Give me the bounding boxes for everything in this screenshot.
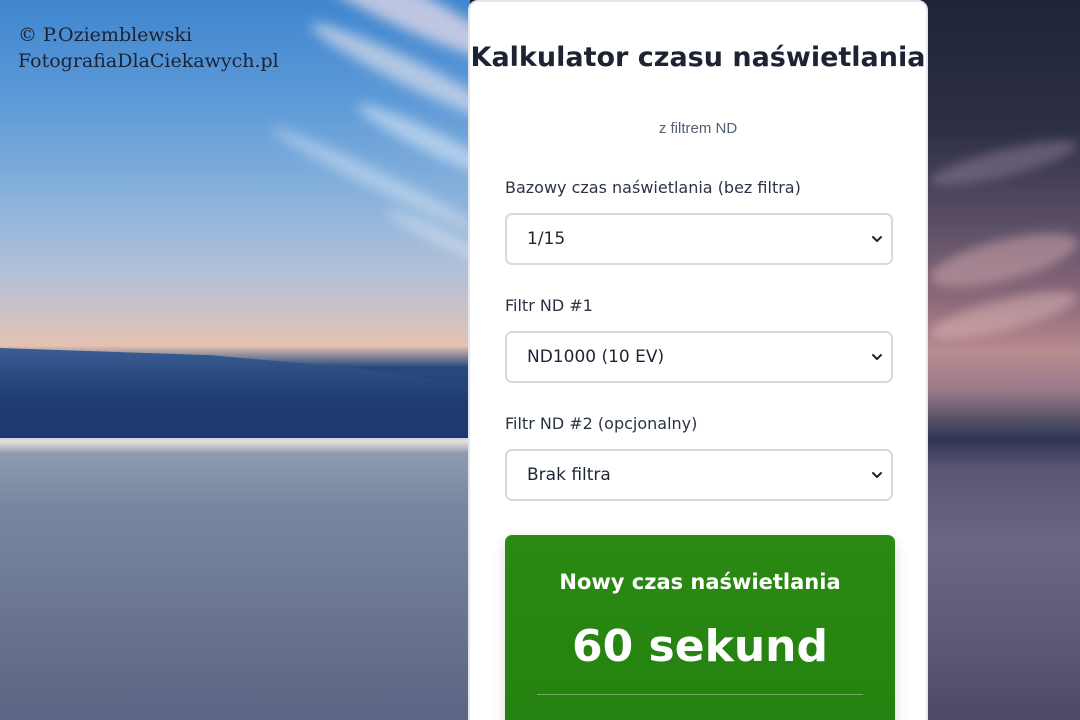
nd-filter-1-value: ND1000 (10 EV) <box>527 347 665 367</box>
base-time-value: 1/15 <box>527 229 566 249</box>
nd-filter-1-label: Filtr ND #1 <box>505 296 593 315</box>
calculator-card: Kalkulator czasu naświetlania z filtrem … <box>468 0 928 720</box>
nd-filter-1-select[interactable]: ND1000 (10 EV) <box>505 331 893 383</box>
chevron-down-icon <box>872 236 882 242</box>
watermark-site: FotografiaDlaCiekawych.pl <box>18 50 279 72</box>
watermark-copyright: © P.Oziemblewski <box>18 24 193 46</box>
base-time-label: Bazowy czas naświetlania (bez filtra) <box>505 178 801 197</box>
nd-filter-2-value: Brak filtra <box>527 465 611 485</box>
result-divider <box>537 694 863 695</box>
chevron-down-icon <box>872 472 882 478</box>
seascape-right <box>928 0 1080 720</box>
result-title: Nowy czas naświetlania <box>559 570 841 594</box>
base-time-select[interactable]: 1/15 <box>505 213 893 265</box>
photo-watermark: © P.Oziemblewski FotografiaDlaCiekawych.… <box>18 22 279 74</box>
page-subtitle: z filtrem ND <box>658 120 738 137</box>
nd-filter-2-select[interactable]: Brak filtra <box>505 449 893 501</box>
result-value: 60 sekund <box>572 621 828 672</box>
page-title: Kalkulator czasu naświetlania <box>470 42 926 73</box>
nd-filter-2-label: Filtr ND #2 (opcjonalny) <box>505 414 698 433</box>
result-panel: Nowy czas naświetlania 60 sekund <box>505 535 895 720</box>
chevron-down-icon <box>872 354 882 360</box>
